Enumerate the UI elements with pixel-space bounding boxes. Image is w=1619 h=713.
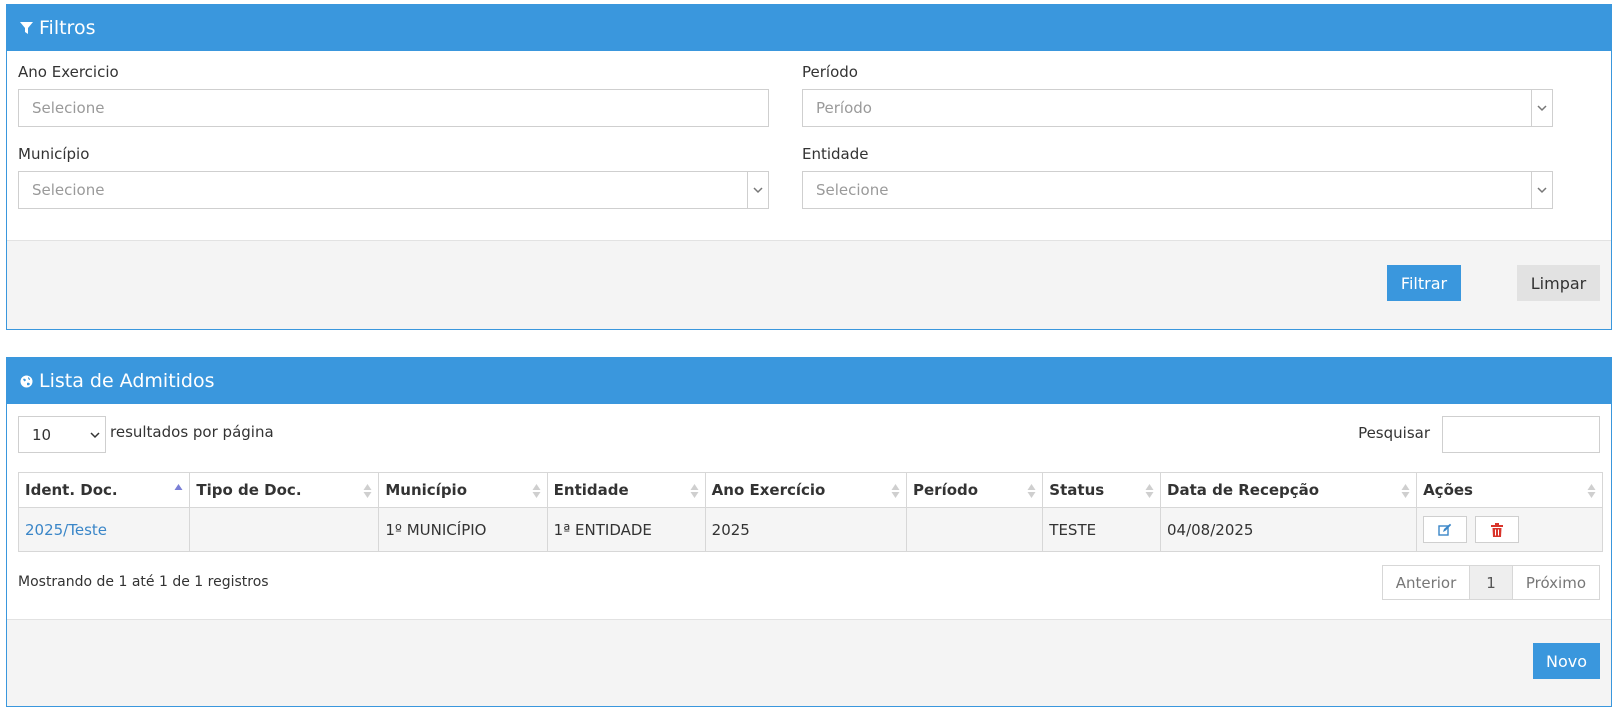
sort-asc-icon (174, 484, 183, 490)
sort-icon (1027, 484, 1036, 498)
pagination: Anterior 1 Próximo (1381, 565, 1600, 600)
cell-municipio: 1º MUNICÍPIO (378, 507, 548, 552)
sort-icon (1145, 484, 1154, 498)
sort-icon (1401, 484, 1410, 498)
clear-button[interactable]: Limpar (1517, 265, 1600, 301)
sort-icon (690, 484, 699, 498)
col-entidade[interactable]: Entidade (546, 472, 706, 508)
cell-data-recepcao: 04/08/2025 (1159, 507, 1418, 552)
trash-icon (1491, 522, 1504, 537)
entidade-placeholder: Selecione (816, 181, 889, 199)
pagination-prev[interactable]: Anterior (1383, 566, 1470, 599)
pagination-page-1[interactable]: 1 (1469, 566, 1512, 599)
page-size-label: resultados por página (110, 423, 274, 441)
cell-entidade: 1ª ENTIDADE (546, 507, 706, 552)
periodo-placeholder: Período (816, 99, 872, 117)
col-ano-exercicio[interactable]: Ano Exercício (704, 472, 908, 508)
page-size-value: 10 (32, 425, 52, 444)
entidade-label: Entidade (802, 145, 869, 163)
sort-icon (363, 484, 372, 498)
edit-button[interactable] (1423, 516, 1468, 543)
chevron-down-icon (90, 432, 100, 439)
col-data-recepcao[interactable]: Data de Recepção (1159, 472, 1418, 508)
col-municipio[interactable]: Município (378, 472, 548, 508)
col-periodo[interactable]: Período (905, 472, 1044, 508)
list-panel: Lista de Admitidos 10 resultados por pág… (6, 357, 1612, 707)
table-info: Mostrando de 1 até 1 de 1 registros (18, 574, 269, 590)
filter-button[interactable]: Filtrar (1387, 265, 1461, 301)
filters-footer: Filtrar Limpar (7, 240, 1611, 329)
sort-icon (891, 484, 900, 498)
globe-icon (19, 374, 33, 388)
ano-exercicio-placeholder: Selecione (32, 99, 105, 117)
filter-icon (19, 21, 33, 35)
table-header-row: Ident. Doc. Tipo de Doc. Município Entid… (17, 472, 1603, 508)
ident-doc-link[interactable]: 2025/Teste (25, 521, 107, 539)
chevron-down-icon (1537, 187, 1547, 194)
cell-acoes (1416, 507, 1603, 552)
delete-button[interactable] (1475, 516, 1520, 543)
filters-header: Filtros (7, 5, 1611, 51)
sort-icon (532, 484, 541, 498)
col-tipo-doc[interactable]: Tipo de Doc. (189, 472, 380, 508)
col-acoes[interactable]: Ações (1416, 472, 1603, 508)
col-ident-doc[interactable]: Ident. Doc. (17, 472, 191, 508)
ano-exercicio-label: Ano Exercicio (18, 63, 119, 81)
list-title: Lista de Admitidos (39, 370, 215, 392)
filters-panel: Filtros Ano Exercicio Selecione Período … (6, 4, 1612, 330)
cell-ano-exercicio: 2025 (704, 507, 908, 552)
pagination-next[interactable]: Próximo (1511, 566, 1599, 599)
ano-exercicio-input[interactable]: Selecione (18, 89, 769, 127)
cell-periodo (905, 507, 1044, 552)
new-button[interactable]: Novo (1533, 643, 1600, 679)
table-row: 2025/Teste 1º MUNICÍPIO 1ª ENTIDADE 2025… (17, 507, 1603, 552)
page-size-select[interactable]: 10 (18, 416, 106, 453)
search-label: Pesquisar (1358, 424, 1430, 442)
list-header: Lista de Admitidos (7, 358, 1611, 404)
search-input[interactable] (1442, 416, 1600, 453)
entidade-select[interactable]: Selecione (802, 171, 1553, 209)
municipio-placeholder: Selecione (32, 181, 105, 199)
filters-title: Filtros (39, 17, 96, 39)
periodo-select[interactable]: Período (802, 89, 1553, 127)
edit-icon (1438, 523, 1452, 536)
chevron-down-icon (753, 187, 763, 194)
municipio-select[interactable]: Selecione (18, 171, 769, 209)
sort-icon (1587, 484, 1596, 498)
municipio-label: Município (18, 145, 90, 163)
cell-tipo-doc (189, 507, 380, 552)
chevron-down-icon (1537, 105, 1547, 112)
cell-status: TESTE (1042, 507, 1161, 552)
list-footer: Novo (7, 619, 1611, 706)
periodo-label: Período (802, 63, 858, 81)
admitted-table: Ident. Doc. Tipo de Doc. Município Entid… (17, 472, 1603, 552)
col-status[interactable]: Status (1042, 472, 1161, 508)
